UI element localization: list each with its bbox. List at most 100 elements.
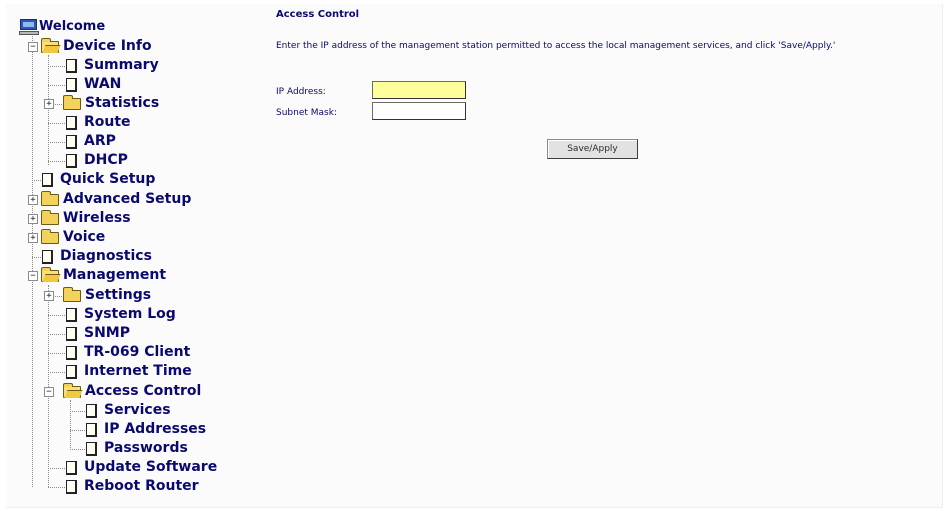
tree-item-settings[interactable]: Settings (63, 286, 173, 305)
folder-icon (41, 191, 59, 206)
tree-item-quick-setup[interactable]: Quick Setup (42, 170, 172, 189)
tree-line (32, 180, 41, 181)
tree-item-label: DHCP (84, 152, 128, 168)
tree-item-access-control[interactable]: Access Control (63, 382, 223, 401)
tree-item-summary[interactable]: Summary (66, 56, 176, 75)
tree-item-label: Update Software (84, 459, 218, 475)
tree-item-label: System Log (84, 306, 176, 322)
tree-item-diagnostics[interactable]: Diagnostics (42, 247, 172, 266)
instructions-text: Enter the IP address of the management s… (276, 41, 836, 51)
tree-item-route[interactable]: Route (66, 113, 146, 132)
page-icon (86, 423, 97, 437)
tree-item-label: Device Info (63, 38, 152, 54)
page-icon (86, 442, 97, 456)
tree-line (48, 123, 65, 124)
subnet-mask-label: Subnet Mask: (276, 108, 337, 118)
tree-item-label: Diagnostics (60, 248, 152, 264)
tree-line (48, 161, 65, 162)
tree-item-wireless[interactable]: Wireless (41, 209, 151, 228)
tree-line (70, 400, 71, 448)
tree-line (48, 487, 65, 488)
page-icon (66, 154, 77, 168)
tree-line (48, 372, 65, 373)
tree-item-dhcp[interactable]: DHCP (66, 151, 146, 170)
expand-icon[interactable]: + (44, 99, 54, 109)
tree-item-management[interactable]: Management (41, 266, 181, 285)
tree-item-label: Quick Setup (60, 171, 156, 187)
tree-line (48, 315, 65, 316)
tree-item-label: TR-069 Client (84, 344, 191, 360)
tree-line (70, 411, 85, 412)
tree-item-label: Access Control (85, 383, 202, 399)
navigation-tree: Welcome − Device Info Summary WAN + Stat… (0, 0, 260, 511)
page-icon (66, 116, 77, 130)
page-icon (66, 365, 77, 379)
subnet-mask-input[interactable] (372, 102, 466, 120)
tree-line (48, 85, 65, 86)
tree-item-label: Summary (84, 57, 159, 73)
expand-icon[interactable]: + (28, 214, 38, 224)
tree-item-internet-time[interactable]: Internet Time (66, 362, 206, 381)
tree-item-label: Services (104, 402, 171, 418)
computer-icon (19, 19, 39, 35)
tree-line (48, 468, 65, 469)
tree-line (48, 353, 65, 354)
tree-item-reboot-router[interactable]: Reboot Router (66, 477, 216, 496)
expand-icon[interactable]: + (44, 291, 54, 301)
page-icon (86, 404, 97, 418)
tree-line (70, 430, 85, 431)
tree-item-label: Internet Time (84, 363, 192, 379)
tree-line (70, 449, 85, 450)
tree-item-wan[interactable]: WAN (66, 75, 146, 94)
tree-item-ip-addresses[interactable]: IP Addresses (86, 420, 226, 439)
page-title: Access Control (276, 9, 360, 20)
folder-open-icon (41, 38, 59, 53)
tree-item-label: Wireless (63, 210, 131, 226)
tree-item-label: Welcome (39, 19, 106, 34)
tree-item-label: ARP (84, 133, 116, 149)
tree-item-statistics[interactable]: Statistics (63, 94, 173, 113)
tree-item-services[interactable]: Services (86, 401, 196, 420)
tree-item-snmp[interactable]: SNMP (66, 324, 146, 343)
tree-item-update-software[interactable]: Update Software (66, 458, 226, 477)
tree-line (48, 142, 65, 143)
tree-item-label: IP Addresses (104, 421, 207, 437)
page-icon (42, 250, 53, 264)
tree-item-label: Management (63, 267, 167, 283)
tree-item-arp[interactable]: ARP (66, 132, 146, 151)
expand-icon[interactable]: + (28, 233, 38, 243)
tree-item-label: Advanced Setup (63, 191, 192, 207)
folder-open-icon (41, 267, 59, 282)
save-apply-button[interactable]: Save/Apply (547, 139, 638, 159)
tree-item-passwords[interactable]: Passwords (86, 439, 206, 458)
page-icon (66, 480, 77, 494)
tree-item-system-log[interactable]: System Log (66, 305, 196, 324)
folder-open-icon (63, 383, 81, 398)
tree-item-label: Passwords (104, 440, 188, 456)
tree-item-label: Voice (63, 229, 106, 245)
tree-item-label: Route (84, 114, 131, 130)
collapse-icon[interactable]: − (28, 42, 38, 52)
folder-icon (41, 210, 59, 225)
page-icon (66, 135, 77, 149)
folder-icon (41, 229, 59, 244)
tree-item-voice[interactable]: Voice (41, 228, 131, 247)
tree-item-tr069-client[interactable]: TR-069 Client (66, 343, 206, 362)
collapse-icon[interactable]: − (44, 387, 54, 397)
tree-item-welcome[interactable]: Welcome (19, 17, 119, 36)
folder-icon (63, 287, 81, 302)
collapse-icon[interactable]: − (28, 271, 38, 281)
page-icon (66, 461, 77, 475)
main-content: Access Control Enter the IP address of t… (276, 0, 936, 511)
tree-line (48, 334, 65, 335)
ip-address-input[interactable] (372, 81, 466, 99)
tree-line (32, 257, 41, 258)
tree-item-device-info[interactable]: Device Info (41, 37, 161, 56)
tree-item-advanced-setup[interactable]: Advanced Setup (41, 190, 191, 209)
tree-item-label: Settings (85, 287, 152, 303)
ip-address-label: IP Address: (276, 87, 326, 97)
tree-line (32, 36, 33, 487)
tree-item-label: WAN (84, 76, 122, 92)
page-icon (66, 346, 77, 360)
expand-icon[interactable]: + (28, 195, 38, 205)
